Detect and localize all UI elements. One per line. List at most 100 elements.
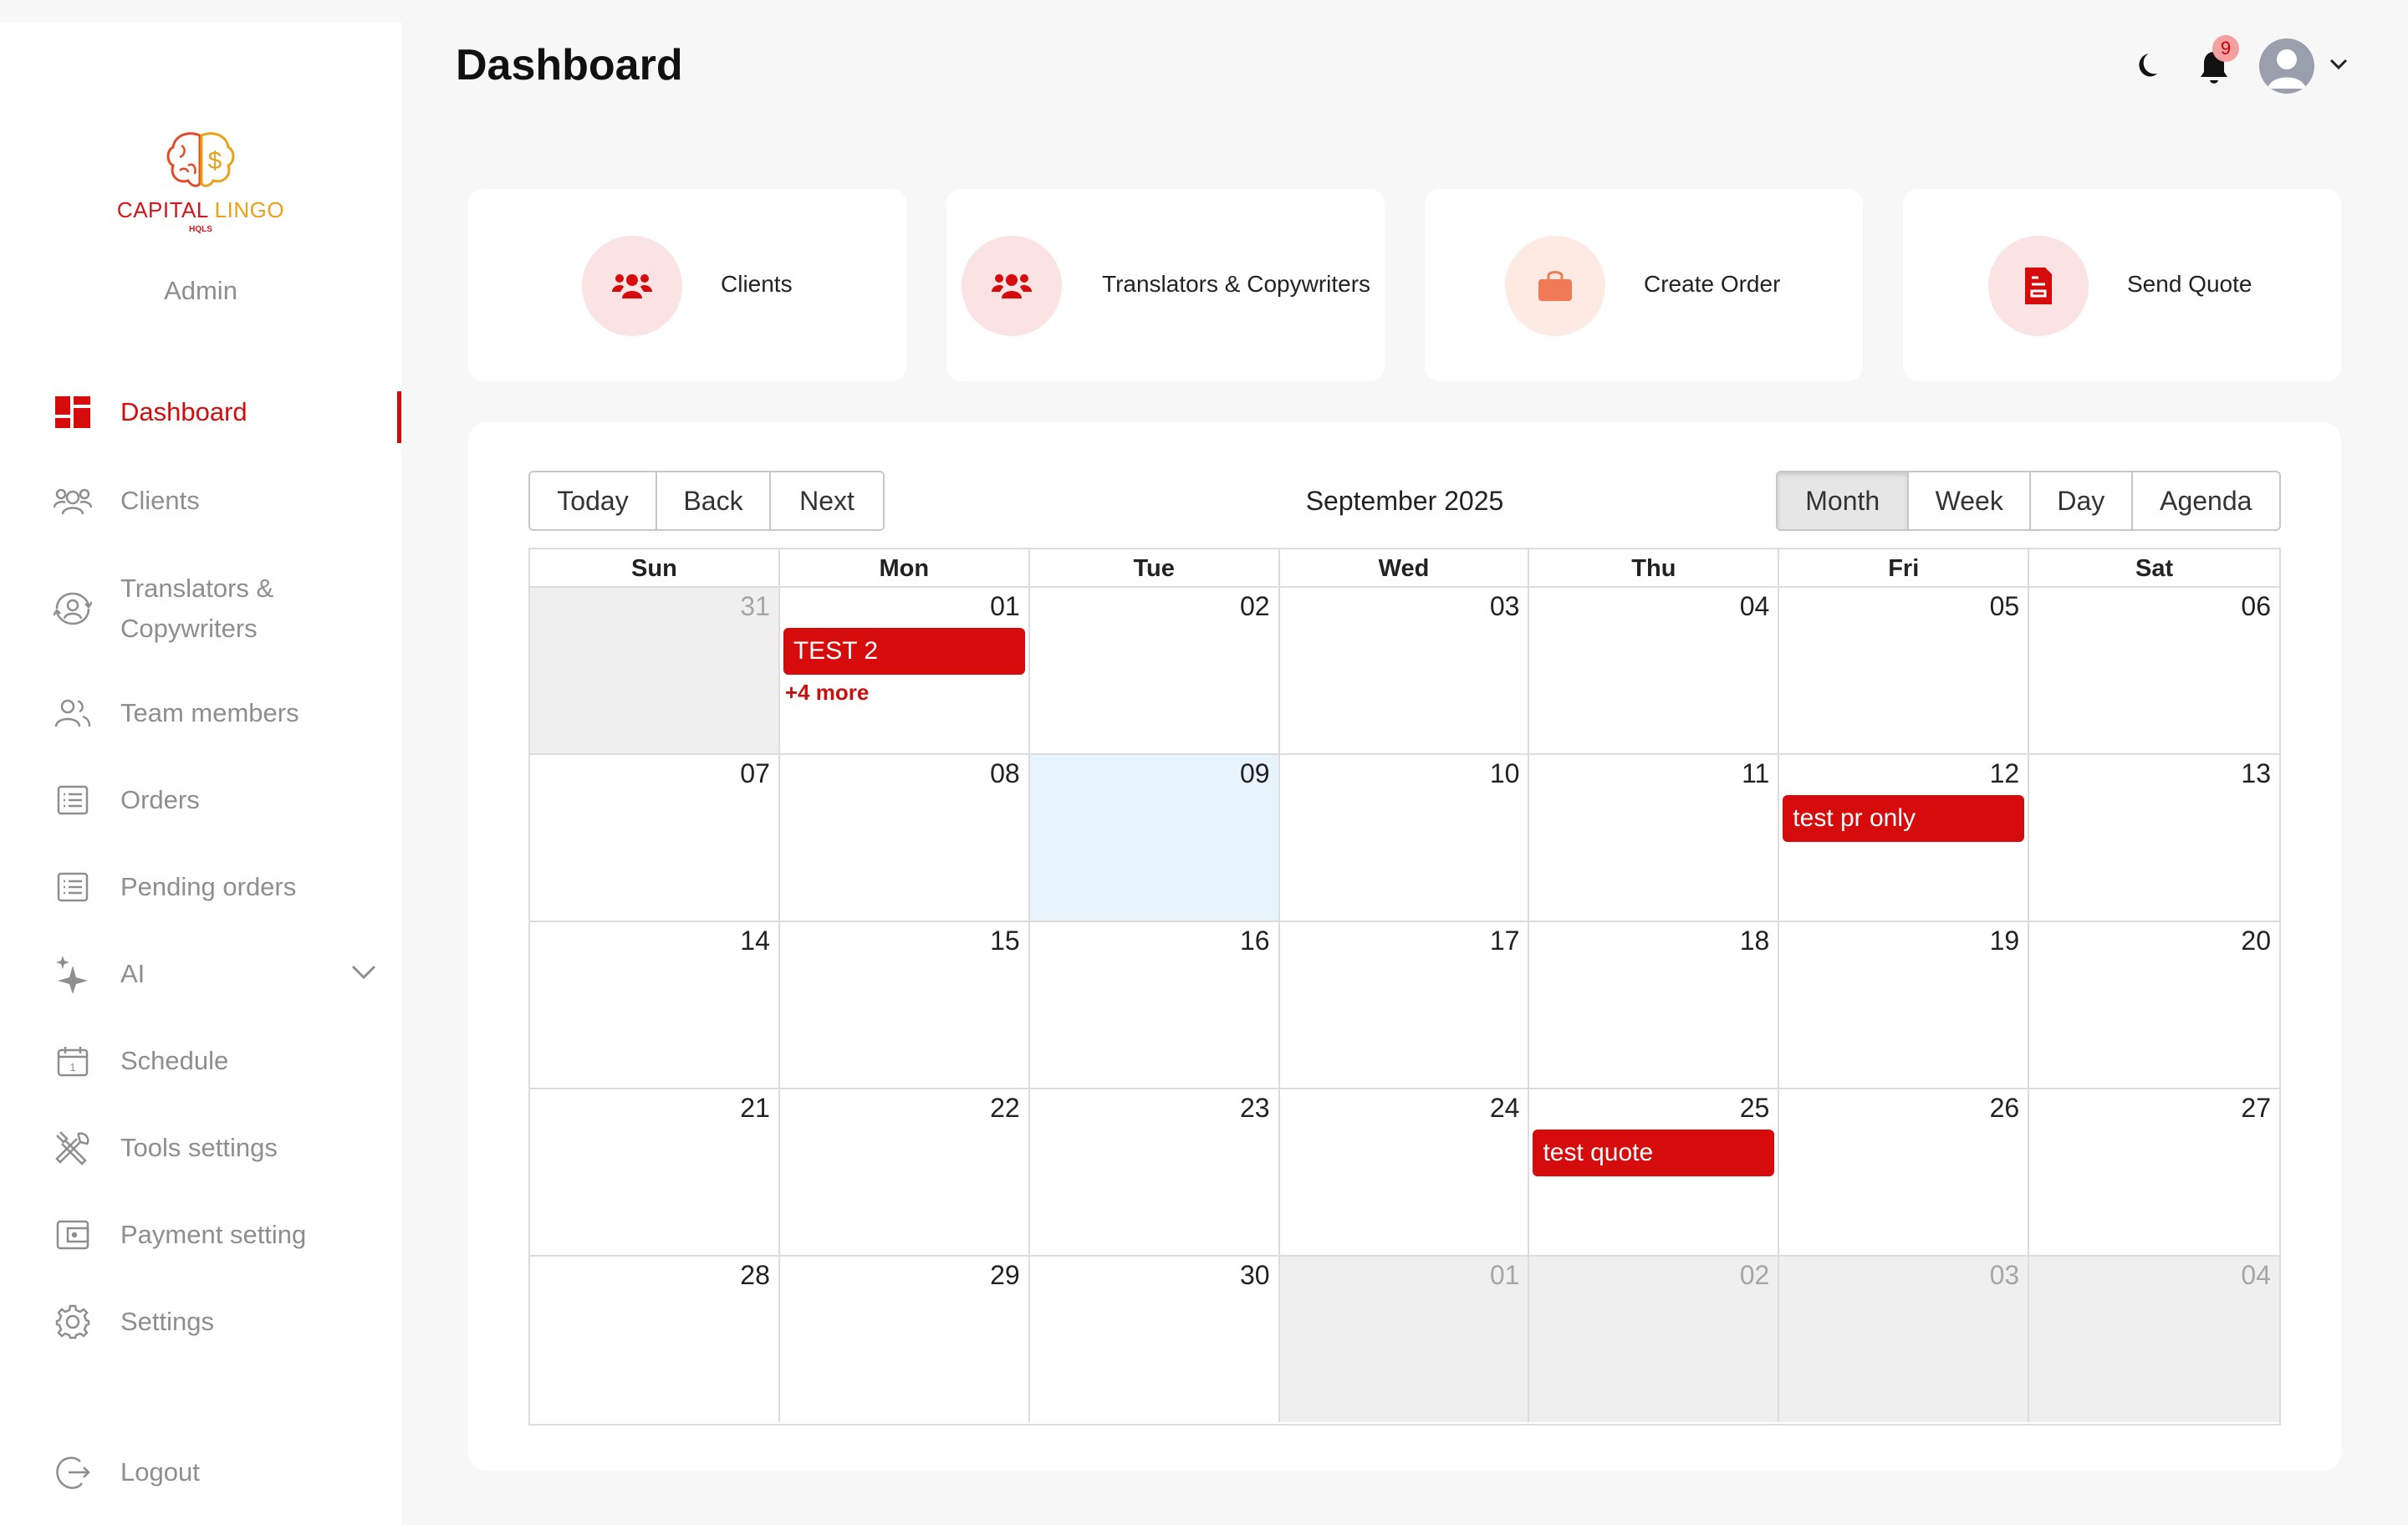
dashboard-icon: [54, 393, 92, 431]
calendar-day-cell[interactable]: 02: [1529, 1257, 1780, 1422]
calendar-day-cell[interactable]: 22: [780, 1089, 1030, 1255]
sidebar-item-orders[interactable]: Orders: [0, 771, 401, 829]
page-title: Dashboard: [456, 41, 683, 89]
view-agenda-button[interactable]: Agenda: [2132, 472, 2279, 529]
sidebar-item-clients[interactable]: Clients: [0, 472, 401, 530]
calendar-day-cell[interactable]: 28: [530, 1257, 780, 1422]
day-number: 05: [1989, 591, 2020, 621]
calendar-day-cell[interactable]: 16: [1030, 922, 1280, 1088]
day-number: 24: [1489, 1093, 1520, 1123]
calendar-day-cell[interactable]: 24: [1280, 1089, 1530, 1255]
calendar-day-cell[interactable]: 21: [530, 1089, 780, 1255]
logout-button[interactable]: Logout: [0, 1443, 401, 1502]
calendar-day-cell[interactable]: 06: [2029, 588, 2279, 753]
calendar-day-cell[interactable]: 20: [2029, 922, 2279, 1088]
quick-action-send-quote[interactable]: Send Quote: [1903, 189, 2341, 381]
calendar-day-cell-today[interactable]: 09: [1029, 755, 1280, 921]
day-number: 13: [2241, 758, 2272, 788]
calendar-day-cell[interactable]: 19: [1779, 922, 2030, 1088]
calendar-day-cell[interactable]: 31: [530, 588, 780, 753]
calendar-event[interactable]: TEST 2: [783, 628, 1025, 675]
calendar-week: 31 01 TEST 2 +4 more 02 03 04 05 06: [530, 586, 2279, 753]
brand-sub: HQLS: [189, 225, 212, 234]
calendar-day-cell[interactable]: 29: [780, 1257, 1030, 1422]
brand-logo[interactable]: $ CAPITAL LINGO HQLS: [109, 129, 293, 271]
calendar-week: 28 29 30 01 02 03 04: [530, 1255, 2280, 1422]
calendar-day-cell[interactable]: 13: [2029, 755, 2279, 921]
calendar-day-cell[interactable]: 17: [1280, 922, 1530, 1088]
day-number: 02: [1239, 591, 1270, 621]
calendar-event[interactable]: test quote: [1533, 1130, 1775, 1176]
day-number: 18: [1739, 926, 1770, 956]
calendar-day-cell[interactable]: 03: [1779, 1257, 2030, 1422]
calendar-day-cell[interactable]: 07: [530, 755, 780, 921]
weekday-label: Tue: [1029, 549, 1280, 588]
calendar-day-cell[interactable]: 02: [1030, 588, 1280, 753]
calendar-day-cell[interactable]: 08: [780, 755, 1030, 921]
users-icon: [54, 482, 92, 520]
calendar-day-cell[interactable]: 01: [1279, 1257, 1530, 1422]
sidebar-item-label: Tools settings: [120, 1133, 278, 1162]
logout-label: Logout: [120, 1457, 200, 1487]
more-events-link[interactable]: +4 more: [785, 680, 869, 706]
day-number: 30: [1239, 1260, 1270, 1290]
calendar-day-cell[interactable]: 05: [1779, 588, 2030, 753]
calendar-day-cell[interactable]: 11: [1529, 755, 1780, 921]
calendar-event[interactable]: test pr only: [1783, 795, 2025, 842]
quick-action-create-order[interactable]: Create Order: [1425, 189, 1863, 381]
chevron-down-icon[interactable]: [351, 965, 376, 984]
calendar-day-cell[interactable]: 15: [780, 922, 1030, 1088]
calendar-day-cell[interactable]: 12 test pr only: [1779, 755, 2030, 921]
quick-action-label: Clients: [721, 271, 793, 297]
calendar-day-cell[interactable]: 03: [1280, 588, 1530, 753]
dark-mode-toggle-icon[interactable]: [2130, 50, 2161, 84]
view-week-button[interactable]: Week: [1909, 472, 2031, 529]
user-role: Admin: [164, 276, 237, 305]
list-icon: [54, 868, 92, 906]
sidebar-item-dashboard[interactable]: Dashboard: [0, 383, 401, 443]
calendar-day-cell[interactable]: 01 TEST 2 +4 more: [780, 588, 1030, 753]
day-number: 04: [2241, 1260, 2272, 1290]
document-icon: [1988, 236, 2089, 336]
calendar-day-cell[interactable]: 18: [1529, 922, 1780, 1088]
chevron-down-icon[interactable]: [2329, 59, 2348, 74]
view-day-button[interactable]: Day: [2030, 472, 2133, 529]
notification-badge: 9: [2212, 35, 2239, 62]
svg-text:$: $: [208, 147, 222, 175]
calendar-day-cell[interactable]: 10: [1280, 755, 1530, 921]
view-month-button[interactable]: Month: [1778, 472, 1910, 529]
day-number: 23: [1239, 1093, 1270, 1123]
sidebar-item-translators[interactable]: Translators & Copywriters: [0, 565, 401, 652]
sidebar-item-schedule[interactable]: 1 Schedule: [0, 1032, 401, 1090]
sidebar-item-team-members[interactable]: Team members: [0, 684, 401, 742]
quick-action-translators[interactable]: Translators & Copywriters: [946, 189, 1385, 381]
wallet-icon: [54, 1216, 92, 1254]
calendar-week: 14 15 16 17 18 19 20: [530, 921, 2279, 1088]
quick-action-clients[interactable]: Clients: [468, 189, 906, 381]
sidebar-item-settings[interactable]: Settings: [0, 1293, 401, 1351]
sidebar-item-label: Payment setting: [120, 1220, 307, 1249]
calendar-day-cell[interactable]: 14: [530, 922, 780, 1088]
weekday-label: Sun: [530, 549, 780, 588]
calendar-view-buttons: Month Week Day Agenda: [1776, 471, 2281, 531]
sidebar-item-ai[interactable]: AI: [0, 945, 401, 1003]
calendar-day-cell[interactable]: 04: [2029, 1257, 2280, 1422]
calendar-day-cell[interactable]: 30: [1030, 1257, 1280, 1422]
calendar-day-cell[interactable]: 04: [1529, 588, 1780, 753]
avatar[interactable]: [2259, 38, 2314, 94]
calendar-day-cell[interactable]: 25 test quote: [1529, 1089, 1780, 1255]
weekday-label: Wed: [1279, 549, 1530, 588]
weekday-label: Thu: [1529, 549, 1780, 588]
sidebar-item-payment-setting[interactable]: Payment setting: [0, 1206, 401, 1264]
day-number: 07: [740, 758, 770, 788]
day-number: 06: [2241, 591, 2272, 621]
calendar-day-cell[interactable]: 23: [1030, 1089, 1280, 1255]
calendar-day-cell[interactable]: 27: [2029, 1089, 2279, 1255]
sidebar-item-label: Pending orders: [120, 872, 297, 901]
sidebar-item-tools-settings[interactable]: Tools settings: [0, 1119, 401, 1177]
day-number: 08: [990, 758, 1020, 788]
calendar-day-cell[interactable]: 26: [1779, 1089, 2030, 1255]
day-number: 09: [1239, 758, 1270, 788]
day-number: 20: [2241, 926, 2272, 956]
sidebar-item-pending-orders[interactable]: Pending orders: [0, 858, 401, 916]
